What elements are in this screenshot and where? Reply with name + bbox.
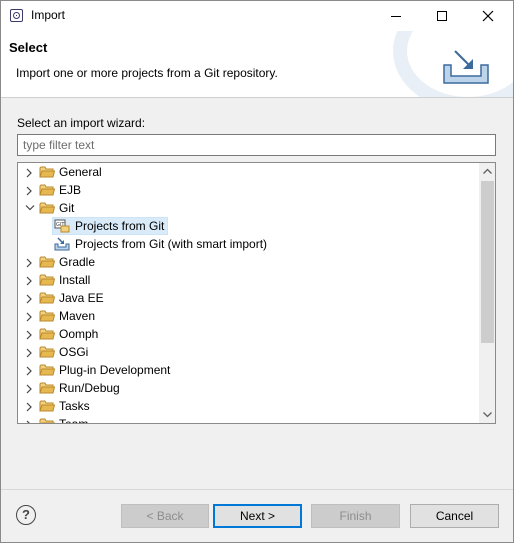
folder-icon — [39, 183, 56, 197]
close-button[interactable] — [465, 1, 511, 31]
smart-import-icon — [54, 237, 70, 251]
page-title: Select — [9, 40, 48, 55]
maximize-button[interactable] — [419, 1, 465, 31]
folder-icon — [39, 273, 56, 287]
chevron-right-icon[interactable] — [24, 181, 36, 199]
minimize-icon — [391, 16, 401, 17]
back-button[interactable]: < Back — [121, 504, 209, 528]
tree-folder-item[interactable]: Run/Debug — [18, 379, 478, 397]
tree-folder-item[interactable]: Git — [18, 199, 478, 217]
git-repository-icon: GIT — [54, 219, 70, 233]
folder-icon — [39, 399, 56, 413]
folder-icon — [39, 255, 56, 269]
vertical-scrollbar[interactable] — [479, 163, 495, 423]
chevron-right-icon[interactable] — [24, 253, 36, 271]
page-description: Import one or more projects from a Git r… — [16, 66, 278, 80]
scroll-up-button[interactable] — [479, 163, 495, 180]
tree-folder-item[interactable]: Install — [18, 271, 478, 289]
tree-item-label: Java EE — [59, 291, 104, 305]
folder-icon — [39, 291, 56, 305]
chevron-right-icon[interactable] — [24, 163, 36, 181]
tree-folder-item[interactable]: EJB — [18, 181, 478, 199]
folder-icon — [39, 345, 56, 359]
chevron-right-icon[interactable] — [24, 397, 36, 415]
tree-folder-item[interactable]: Plug-in Development — [18, 361, 478, 379]
chevron-right-icon[interactable] — [24, 415, 36, 423]
chevron-right-icon[interactable] — [24, 325, 36, 343]
tree-folder-item[interactable]: Maven — [18, 307, 478, 325]
tree-folder-item[interactable]: Team — [18, 415, 478, 424]
tree-item-label: Projects from Git (with smart import) — [75, 237, 268, 251]
wizard-tree[interactable]: General EJB Git GIT Projects from Git Project… — [17, 162, 496, 424]
maximize-icon — [437, 11, 447, 21]
tree-item-label: Maven — [59, 309, 96, 323]
wizard-tree-list: General EJB Git GIT Projects from Git Project… — [18, 163, 478, 424]
folder-icon — [39, 417, 56, 423]
next-button[interactable]: Next > — [213, 504, 302, 528]
tree-item-label: Install — [59, 273, 91, 287]
tree-item-label: OSGi — [59, 345, 89, 359]
scroll-down-button[interactable] — [479, 406, 495, 423]
folder-icon — [39, 381, 56, 395]
folder-icon — [39, 165, 56, 179]
folder-icon — [39, 309, 56, 323]
chevron-right-icon[interactable] — [24, 361, 36, 379]
tree-item-label: Run/Debug — [59, 381, 120, 395]
wizard-select-label: Select an import wizard: — [17, 116, 146, 130]
tree-item-label: Gradle — [59, 255, 96, 269]
tree-item-label: General — [59, 165, 102, 179]
chevron-down-icon — [483, 412, 492, 418]
tree-item-label: Git — [59, 201, 75, 215]
scrollbar-thumb[interactable] — [481, 181, 494, 343]
finish-button[interactable]: Finish — [311, 504, 400, 528]
chevron-up-icon — [483, 168, 492, 174]
tree-folder-item[interactable]: Tasks — [18, 397, 478, 415]
eclipse-app-icon — [10, 9, 23, 22]
import-wizard-icon — [443, 50, 489, 84]
tree-wizard-item[interactable]: GIT Projects from Git — [18, 217, 478, 235]
cancel-button[interactable]: Cancel — [410, 504, 499, 528]
tree-item-label: EJB — [59, 183, 82, 197]
tree-folder-item[interactable]: Oomph — [18, 325, 478, 343]
chevron-right-icon[interactable] — [24, 307, 36, 325]
tree-item-label: Team — [59, 417, 89, 424]
tree-item-label: Projects from Git — [75, 219, 165, 233]
tree-wizard-item[interactable]: Projects from Git (with smart import) — [18, 235, 478, 253]
tree-item-label: Plug-in Development — [59, 363, 171, 377]
close-icon — [482, 10, 494, 22]
folder-icon — [39, 327, 56, 341]
folder-icon — [39, 363, 56, 377]
folder-icon — [39, 201, 56, 215]
footer-divider — [1, 489, 513, 490]
help-icon[interactable]: ? — [16, 505, 36, 525]
import-dialog: Import Select Import one or more project… — [0, 0, 514, 543]
minimize-button[interactable] — [373, 1, 419, 31]
chevron-right-icon[interactable] — [24, 289, 36, 307]
tree-item-label: Oomph — [59, 327, 99, 341]
tree-item-label: Tasks — [59, 399, 90, 413]
tree-folder-item[interactable]: Gradle — [18, 253, 478, 271]
title-bar[interactable]: Import — [1, 1, 513, 31]
tree-folder-item[interactable]: General — [18, 163, 478, 181]
chevron-down-icon[interactable] — [24, 199, 36, 217]
window-title: Import — [31, 8, 66, 22]
chevron-right-icon[interactable] — [24, 379, 36, 397]
filter-input[interactable] — [17, 134, 496, 156]
chevron-right-icon[interactable] — [24, 271, 36, 289]
chevron-right-icon[interactable] — [24, 343, 36, 361]
tree-folder-item[interactable]: OSGi — [18, 343, 478, 361]
tree-folder-item[interactable]: Java EE — [18, 289, 478, 307]
wizard-header: Select Import one or more projects from … — [1, 31, 513, 98]
